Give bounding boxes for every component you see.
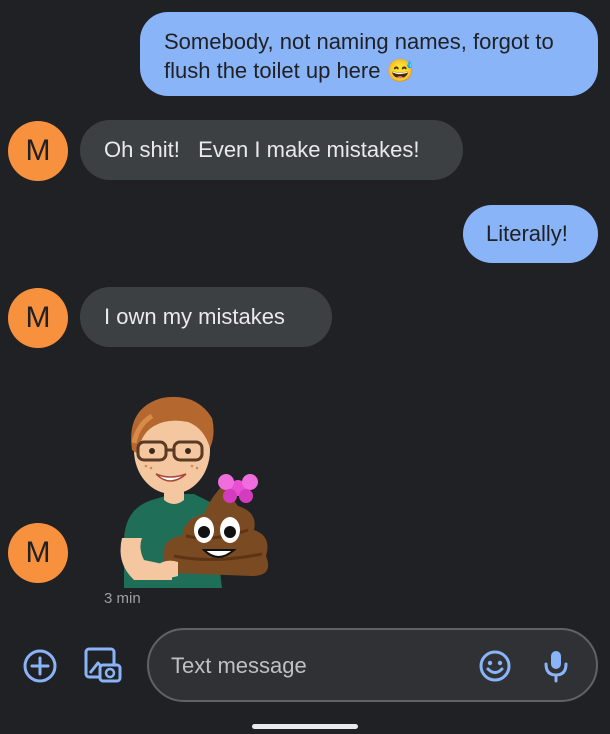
outgoing-message[interactable]: Literally!: [463, 205, 598, 263]
compose-field[interactable]: [147, 628, 598, 702]
gallery-button[interactable]: [82, 645, 122, 685]
voice-input-button[interactable]: [539, 648, 573, 684]
message-text: Somebody, not naming names, forgot to fl…: [164, 29, 554, 83]
message-text: I own my mistakes: [104, 304, 285, 329]
avatar[interactable]: M: [8, 523, 68, 583]
emoji-button[interactable]: [477, 648, 513, 684]
avatar[interactable]: M: [8, 121, 68, 181]
message-text: Literally!: [486, 221, 568, 246]
message-input[interactable]: [169, 630, 473, 702]
message-timestamp: 3 min: [104, 590, 141, 607]
add-attachment-button[interactable]: [21, 647, 59, 685]
outgoing-message[interactable]: Somebody, not naming names, forgot to fl…: [140, 12, 598, 96]
microphone-icon: [544, 651, 568, 683]
incoming-message[interactable]: I own my mistakes: [80, 287, 332, 347]
add-circle-icon: [23, 649, 57, 683]
message-text: Oh shit! Even I make mistakes!: [104, 137, 420, 162]
incoming-message[interactable]: Oh shit! Even I make mistakes!: [80, 120, 463, 180]
gallery-icon: [84, 647, 122, 683]
gesture-navigation-bar[interactable]: [252, 724, 358, 729]
emoji-icon: [479, 650, 511, 682]
bitmoji-poop-sticker[interactable]: [112, 388, 282, 588]
avatar[interactable]: M: [8, 288, 68, 348]
avatar-initial: M: [25, 301, 51, 334]
avatar-initial: M: [25, 134, 51, 167]
avatar-initial: M: [25, 536, 51, 569]
